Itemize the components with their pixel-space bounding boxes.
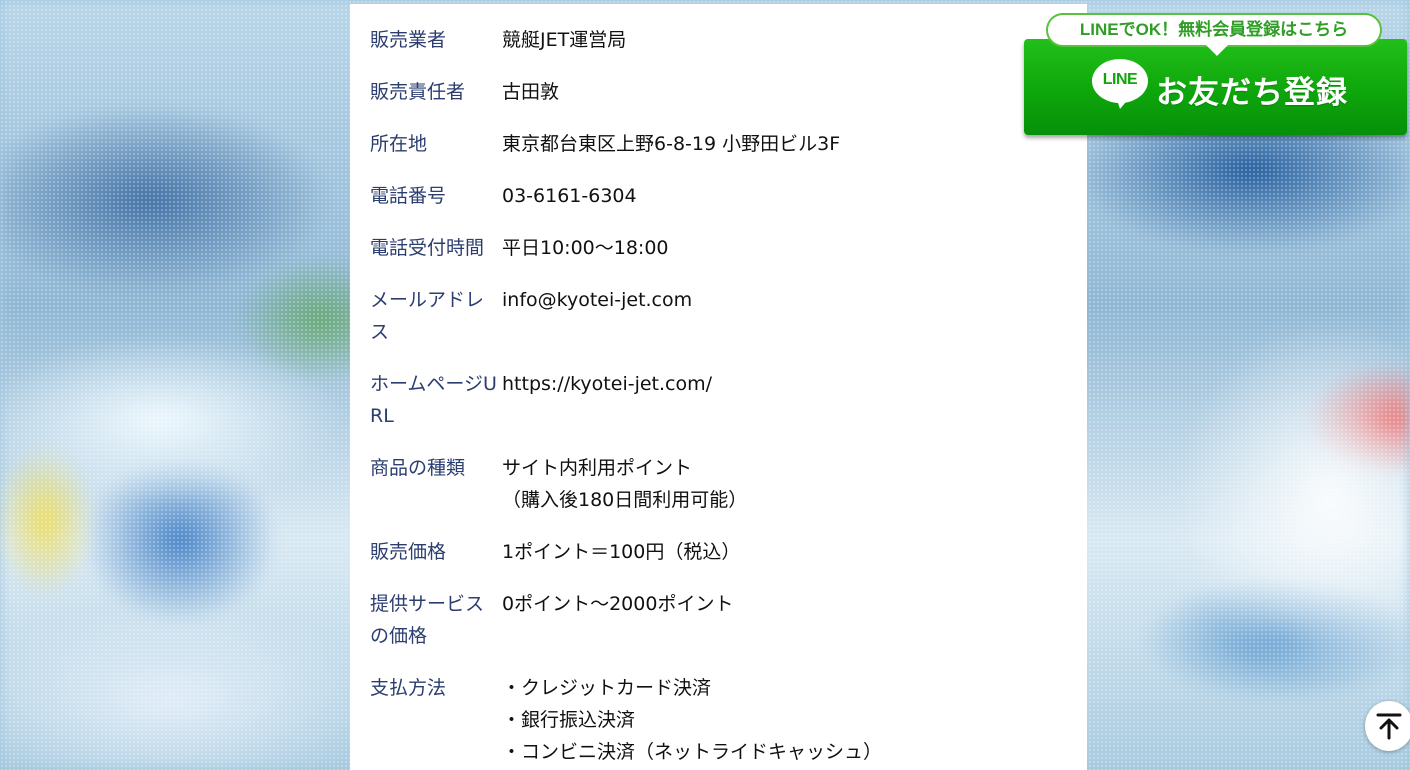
arrow-up-to-line-icon bbox=[1376, 713, 1402, 740]
line-logo-icon: LINE bbox=[1092, 59, 1148, 109]
line-banner-bubble-tail bbox=[1206, 45, 1228, 56]
info-row-seller: 販売業者 競艇JET運営局 bbox=[370, 24, 1060, 56]
info-row-manager: 販売責任者 古田敦 bbox=[370, 76, 1060, 108]
info-value-line: ・クレジットカード決済 bbox=[502, 677, 712, 699]
info-label: 所在地 bbox=[370, 133, 428, 155]
info-label: メールアドレス bbox=[370, 289, 485, 343]
info-value: 平日10:00～18:00 bbox=[502, 232, 1060, 264]
info-row-price: 販売価格 1ポイント＝100円（税込） bbox=[370, 536, 1060, 568]
info-value: サイト内利用ポイント （購入後180日間利用可能） bbox=[502, 452, 1060, 516]
info-value: 0ポイント～2000ポイント bbox=[502, 588, 1060, 620]
line-friend-banner[interactable]: LINEでOK！無料会員登録はこちら LINE お友だち登録 bbox=[1024, 13, 1408, 137]
info-row-phone: 電話番号 03-6161-6304 bbox=[370, 180, 1060, 212]
info-value: 競艇JET運営局 bbox=[502, 24, 1060, 56]
info-label: 販売価格 bbox=[370, 541, 447, 563]
info-value-line: 東京都台東区上野6-8-19 小野田ビル3F bbox=[502, 133, 841, 155]
line-logo-text: LINE bbox=[1102, 71, 1138, 88]
info-label: ホームページURL bbox=[370, 373, 497, 427]
info-value-line: ・銀行振込決済 bbox=[502, 709, 636, 731]
info-value: 1ポイント＝100円（税込） bbox=[502, 536, 1060, 568]
info-value: info@kyotei-jet.com bbox=[502, 284, 1060, 316]
info-row-product-type: 商品の種類 サイト内利用ポイント （購入後180日間利用可能） bbox=[370, 452, 1060, 516]
info-label: 電話番号 bbox=[370, 185, 447, 207]
info-value-line: （購入後180日間利用可能） bbox=[502, 489, 748, 511]
company-info-table: 販売業者 競艇JET運営局 販売責任者 古田敦 所在地 東京都台東区上野6-8-… bbox=[370, 24, 1060, 770]
line-banner-bubble: LINEでOK！無料会員登録はこちら bbox=[1046, 13, 1382, 47]
info-label: 販売責任者 bbox=[370, 81, 466, 103]
info-value: 03-6161-6304 bbox=[502, 180, 1060, 212]
info-value-line: 03-6161-6304 bbox=[502, 185, 637, 207]
info-value: 古田敦 bbox=[502, 76, 1060, 108]
info-label: 販売業者 bbox=[370, 29, 447, 51]
info-row-address: 所在地 東京都台東区上野6-8-19 小野田ビル3F bbox=[370, 128, 1060, 160]
info-label: 商品の種類 bbox=[370, 457, 466, 479]
info-value-line: サイト内利用ポイント bbox=[502, 457, 693, 479]
info-label: 電話受付時間 bbox=[370, 237, 485, 259]
info-value-line: 1ポイント＝100円（税込） bbox=[502, 541, 741, 563]
info-value: https://kyotei-jet.com/ bbox=[502, 368, 1060, 400]
info-value-line: 0ポイント～2000ポイント bbox=[502, 593, 734, 615]
info-value-line: ・コンビニ決済（ネットライドキャッシュ） bbox=[502, 741, 883, 763]
line-logo-tail bbox=[1116, 97, 1130, 109]
info-row-phone-hours: 電話受付時間 平日10:00～18:00 bbox=[370, 232, 1060, 264]
info-value: 東京都台東区上野6-8-19 小野田ビル3F bbox=[502, 128, 1060, 160]
info-row-payment: 支払方法 ・クレジットカード決済 ・銀行振込決済 ・コンビニ決済（ネットライドキ… bbox=[370, 672, 1060, 768]
info-value: ・クレジットカード決済 ・銀行振込決済 ・コンビニ決済（ネットライドキャッシュ） bbox=[502, 672, 1060, 768]
info-row-homepage: ホームページURL https://kyotei-jet.com/ bbox=[370, 368, 1060, 432]
content-panel: 販売業者 競艇JET運営局 販売責任者 古田敦 所在地 東京都台東区上野6-8-… bbox=[350, 4, 1087, 770]
info-value-line: https://kyotei-jet.com/ bbox=[502, 373, 713, 395]
line-add-friend-label: お友だち登録 bbox=[1156, 75, 1348, 111]
back-to-top-button[interactable] bbox=[1365, 701, 1410, 751]
info-label: 提供サービスの価格 bbox=[370, 593, 485, 647]
info-value-line: 競艇JET運営局 bbox=[502, 29, 627, 51]
info-row-email: メールアドレス info@kyotei-jet.com bbox=[370, 284, 1060, 348]
info-value-line: 古田敦 bbox=[502, 81, 560, 103]
info-value-line: info@kyotei-jet.com bbox=[502, 289, 693, 311]
info-row-service-price: 提供サービスの価格 0ポイント～2000ポイント bbox=[370, 588, 1060, 652]
info-value-line: 平日10:00～18:00 bbox=[502, 237, 669, 259]
info-label: 支払方法 bbox=[370, 677, 447, 699]
